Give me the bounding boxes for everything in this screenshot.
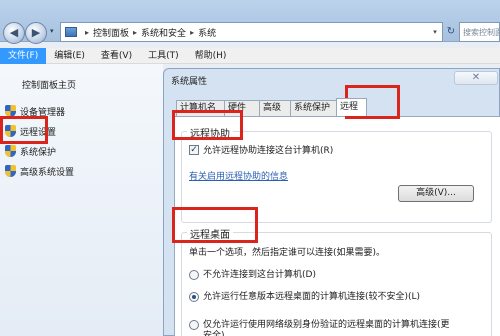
nav-item-label: 系统保护 [20,147,57,158]
nav-item-advanced-settings[interactable]: 高级系统设置 [5,164,78,178]
menu-bar: 文件(F) 编辑(E) 查看(V) 工具(T) 帮助(H) [0,47,500,64]
shield-icon [5,165,16,177]
explorer-toolbar: ◀ ▶ ▾ ▸ 控制面板 ▸ 系统和安全 ▸ 系统 ▾ ↻ 搜索控制面板 [0,0,500,44]
radio-button-selected[interactable] [189,292,199,302]
breadcrumb-system-security[interactable]: 系统和安全 [141,26,186,39]
breadcrumb-separator-icon[interactable]: ▸ [133,28,137,37]
highlight-box-remote-desktop [172,207,258,243]
radio-label: 允许运行任意版本远程桌面的计算机连接(较不安全)(L) [203,292,421,302]
back-arrow-icon[interactable]: ◀ [3,22,25,44]
radio-option-nla-only[interactable]: 仅允许运行使用网络级别身份验证的远程桌面的计算机连接(更安全) [189,320,453,336]
radio-button[interactable] [189,320,199,330]
radio-button[interactable] [189,270,199,280]
menu-help[interactable]: 帮助(H) [187,48,235,64]
radio-option-allow-any[interactable]: 允许运行任意版本远程桌面的计算机连接(较不安全)(L) [189,292,420,303]
highlight-box-remote-assistance [172,110,243,140]
tab-advanced[interactable]: 高级 [259,100,291,116]
shield-icon [5,145,16,157]
breadcrumb-system[interactable]: 系统 [198,26,216,39]
breadcrumb-separator-icon[interactable]: ▸ [190,28,194,37]
menu-file[interactable]: 文件(F) [0,47,47,64]
control-panel-icon [65,27,77,37]
radio-label: 不允许连接到这台计算机(D) [203,270,316,280]
highlight-box-remote-settings [0,116,48,144]
system-properties-dialog: 系统属性 ✕ 计算机名 硬件 高级 系统保护 远程 远程协助 ✓ 允许远程协助连… [163,68,500,336]
radio-label: 仅允许运行使用网络级别身份验证的远程桌面的计算机连接(更安全) [203,320,450,336]
history-dropdown-icon[interactable]: ▾ [50,27,54,35]
checkbox-label: 允许远程协助连接这台计算机(R) [203,146,334,156]
tab-system-protection[interactable]: 系统保护 [290,100,337,116]
close-icon[interactable]: ✕ [454,71,498,85]
address-bar[interactable]: ▸ 控制面板 ▸ 系统和安全 ▸ 系统 ▾ [60,22,443,42]
left-nav-pane: 控制面板主页 设备管理器 远程设置 系统保护 高级系统设置 [0,64,163,336]
menu-tools[interactable]: 工具(T) [140,48,187,64]
remote-desktop-instruction: 单击一个选项，然后指定谁可以连接(如果需要)。 [189,248,386,258]
address-dropdown-icon[interactable]: ▾ [428,28,442,36]
menu-edit[interactable]: 编辑(E) [46,48,93,64]
remote-assistance-info-link[interactable]: 有关启用远程协助的信息 [189,169,288,182]
checkbox-checked-icon[interactable]: ✓ [189,144,199,155]
tab-remote[interactable]: 远程 [336,98,367,116]
nav-control-panel-home[interactable]: 控制面板主页 [22,78,76,91]
breadcrumb-control-panel[interactable]: 控制面板 [93,26,129,39]
advanced-button[interactable]: 高级(V)... [398,185,474,202]
forward-arrow-icon[interactable]: ▶ [25,22,47,44]
breadcrumb-separator-icon[interactable]: ▸ [85,28,89,37]
menu-view[interactable]: 查看(V) [93,48,140,64]
nav-item-system-protection[interactable]: 系统保护 [5,144,60,158]
search-input[interactable]: 搜索控制面板 [459,22,500,42]
refresh-icon[interactable]: ↻ [444,22,458,42]
nav-item-label: 高级系统设置 [20,167,75,178]
radio-option-deny[interactable]: 不允许连接到这台计算机(D) [189,270,316,281]
dialog-title: 系统属性 [171,77,208,87]
allow-remote-assistance-checkbox[interactable]: ✓ 允许远程协助连接这台计算机(R) [189,143,333,156]
